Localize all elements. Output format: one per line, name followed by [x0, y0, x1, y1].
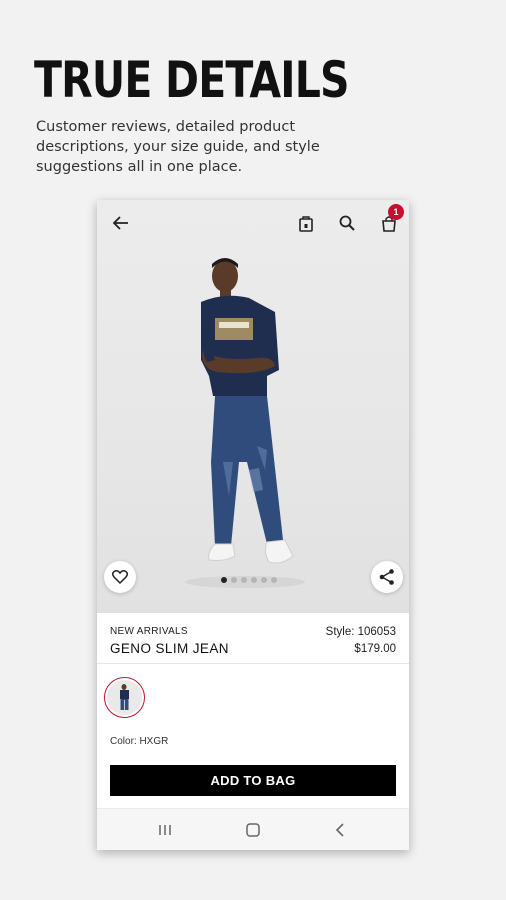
share-icon: [379, 569, 394, 585]
color-swatch-selected[interactable]: [104, 677, 145, 718]
product-category: NEW ARRIVALS: [110, 626, 188, 637]
promo-headline: TRUE DETAILS: [34, 51, 350, 109]
system-back-button[interactable]: [330, 821, 350, 839]
search-icon: [339, 215, 355, 231]
arrow-left-icon: [112, 216, 128, 230]
back-button[interactable]: [107, 209, 135, 237]
app-top-bar: 1: [97, 200, 409, 248]
pagination-dot[interactable]: [251, 577, 257, 583]
selected-color-label: Color: HXGR: [110, 736, 169, 747]
bag-count-badge: 1: [388, 204, 404, 220]
add-to-bag-button[interactable]: ADD TO BAG: [110, 765, 396, 796]
recents-button[interactable]: [155, 821, 175, 839]
search-button[interactable]: [333, 209, 361, 237]
product-info: NEW ARRIVALS GENO SLIM JEAN Style: 10605…: [97, 613, 409, 663]
pagination-dot[interactable]: [221, 577, 227, 583]
product-photo: [185, 258, 305, 588]
promo-subhead: Customer reviews, detailed product descr…: [36, 119, 320, 175]
favorite-button[interactable]: [104, 561, 136, 593]
pagination-dot[interactable]: [231, 577, 237, 583]
divider: [97, 663, 409, 664]
store-locator-button[interactable]: [292, 210, 320, 238]
product-name: GENO SLIM JEAN: [110, 641, 229, 656]
share-button[interactable]: [371, 561, 403, 593]
back-chevron-icon: [335, 823, 344, 837]
product-image-gallery[interactable]: 1: [97, 200, 409, 613]
shopping-bag-button[interactable]: 1: [375, 204, 404, 238]
product-price: $179.00: [354, 643, 396, 655]
store-icon: [299, 216, 313, 232]
home-icon: [246, 823, 260, 837]
pagination-dot[interactable]: [261, 577, 267, 583]
color-swatch-thumbnail: [120, 684, 129, 710]
gallery-pagination: [221, 577, 277, 583]
product-style-number: Style: 106053: [325, 626, 396, 638]
home-button[interactable]: [243, 821, 263, 839]
pagination-dot[interactable]: [271, 577, 277, 583]
heart-icon: [111, 570, 129, 585]
phone-screen: 1 NEW ARRIVALS GENO SLIM JEAN Style: 106…: [97, 200, 409, 850]
system-nav-bar: [97, 808, 409, 850]
pagination-dot[interactable]: [241, 577, 247, 583]
recents-icon: [159, 825, 171, 835]
